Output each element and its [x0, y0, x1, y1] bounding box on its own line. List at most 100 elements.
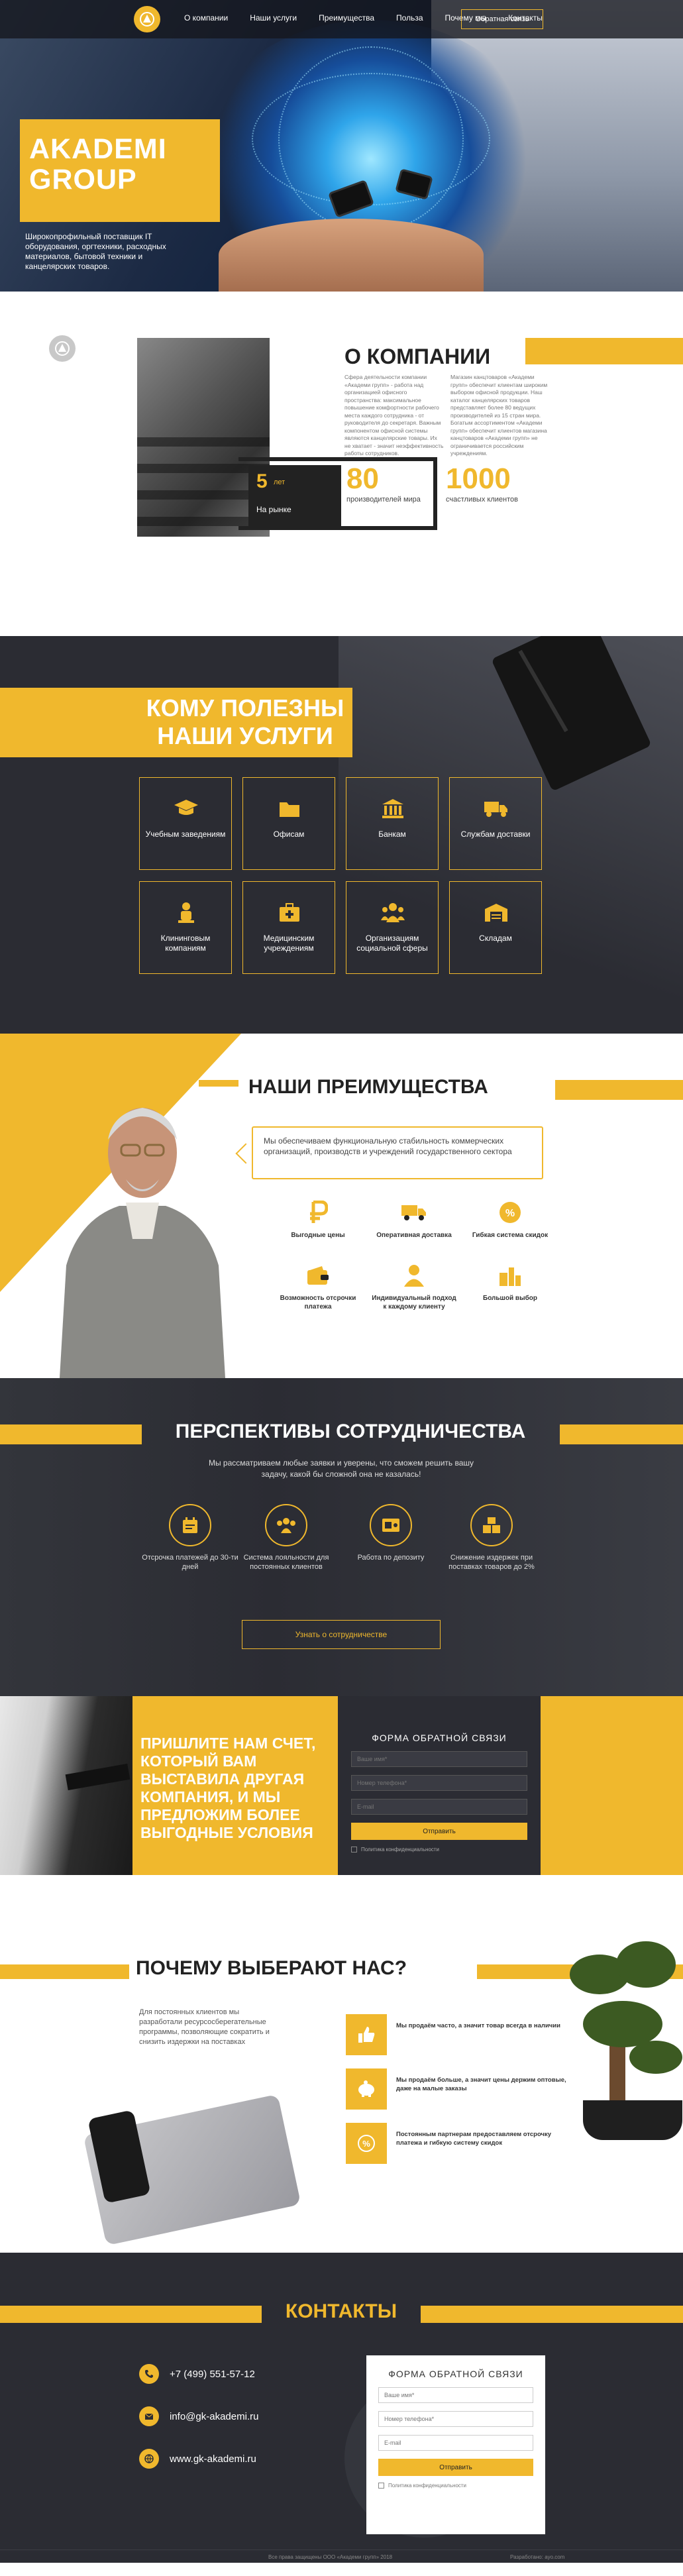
nav-link-services[interactable]: Наши услуги [250, 13, 297, 23]
discount-icon: % [346, 2123, 387, 2164]
people-icon [380, 900, 406, 924]
years-number: 5 [256, 470, 268, 492]
service-card[interactable]: Учебным заведениям [139, 777, 232, 870]
service-card[interactable]: Офисам [242, 777, 335, 870]
service-card[interactable]: Складам [449, 881, 542, 974]
calendar-icon [169, 1504, 211, 1546]
about-accent-bar [525, 338, 683, 364]
advantages-speech-bubble: Мы обеспечиваем функциональную стабильно… [252, 1126, 543, 1179]
service-card-label: Службам доставки [460, 830, 531, 839]
footer: Все права защищены ООО «Академи групп» 2… [0, 2549, 683, 2563]
why-item: % Постоянным партнерам предоставляем отс… [346, 2123, 571, 2164]
service-card[interactable]: Клининговым компаниям [139, 881, 232, 974]
thumbs-up-icon [346, 2014, 387, 2055]
phone-icon [139, 2364, 159, 2384]
footer-developer-link[interactable]: Разработано: ayo.com [510, 2554, 564, 2560]
why-item-label: Мы продаём часто, а значит товар всегда … [396, 2022, 560, 2029]
service-card-label: Медицинским учреждениям [263, 934, 315, 953]
logo-mark-icon [49, 335, 76, 362]
about-text-col1: Сфера деятельности компании «Академи гру… [344, 374, 444, 456]
advantages-section: НАШИ ПРЕИМУЩЕСТВА Мы обеспечиваем функци… [0, 1034, 683, 1378]
advantage-item: Возможность отсрочки платежа [275, 1262, 361, 1311]
invoice-section: ПРИШЛИТЕ НАМ СЧЕТ, КОТОРЫЙ ВАМ ВЫСТАВИЛА… [0, 1696, 683, 1915]
nav-link-benefit[interactable]: Польза [396, 13, 423, 23]
prospect-item: Работа по депозиту [341, 1504, 441, 1562]
service-card[interactable]: Службам доставки [449, 777, 542, 870]
prospects-accent-left [0, 1424, 142, 1444]
stat-clients: 1000 счастливых клиентов [446, 464, 518, 504]
years-suffix: лет [274, 478, 286, 486]
businessman-with-tablet-photo [0, 1696, 132, 1875]
service-card[interactable]: Банкам [346, 777, 439, 870]
contacts-name-field[interactable] [378, 2387, 533, 2403]
why-title: ПОЧЕМУ ВЫБЕРАЮТ НАС? [136, 1957, 407, 1979]
invoice-name-field[interactable] [351, 1751, 527, 1767]
about-text-col2: Магазин канцтоваров «Академи групп» обес… [450, 374, 548, 456]
prospect-label: Работа по депозиту [357, 1554, 425, 1562]
years-label: На рынке [256, 505, 291, 514]
piggy-bank-icon [346, 2068, 387, 2110]
loyalty-icon [265, 1504, 307, 1546]
service-card[interactable]: Организациям социальной сферы [346, 881, 439, 974]
contact-email[interactable]: info@gk-akademi.ru [139, 2406, 258, 2426]
advantage-label: Большой выбор [483, 1295, 537, 1302]
prospect-label: Система лояльности для постоянных клиент… [243, 1554, 329, 1571]
contacts-feedback-form: ФОРМА ОБРАТНОЙ СВЯЗИ Отправить Политика … [366, 2355, 545, 2534]
prospect-label: Снижение издержек при поставках товаров … [448, 1554, 535, 1571]
advantage-item: % Гибкая система скидок [467, 1199, 553, 1240]
hero-section: О компании Наши услуги Преимущества Поль… [0, 0, 683, 292]
service-card-label: Офисам [273, 830, 305, 839]
advantage-item: Оперативная доставка [371, 1199, 457, 1240]
prospect-item: Снижение издержек при поставках товаров … [442, 1504, 541, 1572]
nav-link-about[interactable]: О компании [184, 13, 228, 23]
stat-clients-label: счастливых клиентов [446, 496, 518, 504]
contact-phone-text: +7 (499) 551-57-12 [170, 2368, 255, 2380]
percent-icon: % [497, 1199, 523, 1226]
invoice-form-title: ФОРМА ОБРАТНОЙ СВЯЗИ [372, 1733, 507, 1743]
bonsai-pot [583, 2100, 682, 2140]
feedback-button[interactable]: Обратная связь [461, 9, 543, 29]
graduation-cap-icon [173, 796, 199, 820]
products-icon [497, 1262, 523, 1289]
contacts-email-field[interactable] [378, 2435, 533, 2451]
svg-text:%: % [362, 2139, 370, 2149]
learn-cooperation-button[interactable]: Узнать о сотрудничестве [242, 1620, 441, 1649]
person-icon [401, 1262, 427, 1289]
contacts-submit-button[interactable]: Отправить [378, 2459, 533, 2476]
invoice-email-field[interactable] [351, 1799, 527, 1815]
advantage-label: Гибкая система скидок [472, 1232, 549, 1239]
consent-label: Политика конфиденциальности [361, 1847, 440, 1852]
prospects-text: Мы рассматриваем любые заявки и уверены,… [208, 1458, 474, 1479]
warehouse-icon [483, 900, 509, 924]
service-card[interactable]: Медицинским учреждениям [242, 881, 335, 974]
consent-checkbox[interactable] [378, 2483, 384, 2489]
invoice-submit-button[interactable]: Отправить [351, 1823, 527, 1840]
services-title-line2: НАШИ УСЛУГИ [157, 722, 333, 749]
advantage-item: Большой выбор [467, 1262, 553, 1303]
logo-icon[interactable] [134, 6, 160, 32]
hero-title-line2: GROUP [29, 164, 137, 195]
service-card-label: Организациям социальной сферы [356, 934, 428, 953]
contact-phone[interactable]: +7 (499) 551-57-12 [139, 2364, 255, 2384]
stat-manufacturers-number: 80 [346, 462, 379, 495]
delivery-icon [401, 1199, 427, 1226]
about-title: О КОМПАНИИ [344, 345, 496, 369]
stat-manufacturers: 80 производителей мира [346, 464, 421, 504]
truck-icon [483, 796, 509, 820]
svg-text:%: % [505, 1208, 515, 1219]
contacts-form-title: ФОРМА ОБРАТНОЙ СВЯЗИ [388, 2369, 523, 2379]
prospect-item: Система лояльности для постоянных клиент… [236, 1504, 336, 1572]
consent-checkbox[interactable] [351, 1847, 357, 1852]
bonsai-leaves [616, 1941, 676, 1988]
prospect-item: Отсрочка платежей до 30-ти дней [140, 1504, 240, 1572]
contacts-phone-field[interactable] [378, 2411, 533, 2427]
advantage-item: Выгодные цены [275, 1199, 361, 1240]
bank-icon [380, 796, 406, 820]
contact-website[interactable]: www.gk-akademi.ru [139, 2449, 256, 2469]
folder-icon [276, 796, 303, 820]
contact-website-text: www.gk-akademi.ru [170, 2453, 256, 2465]
nav-link-advantages[interactable]: Преимущества [319, 13, 374, 23]
footer-copyright: Все права защищены ООО «Академи групп» 2… [268, 2554, 393, 2560]
contacts-section: КОНТАКТЫ +7 (499) 551-57-12 info@gk-akad… [0, 2253, 683, 2563]
invoice-phone-field[interactable] [351, 1775, 527, 1791]
